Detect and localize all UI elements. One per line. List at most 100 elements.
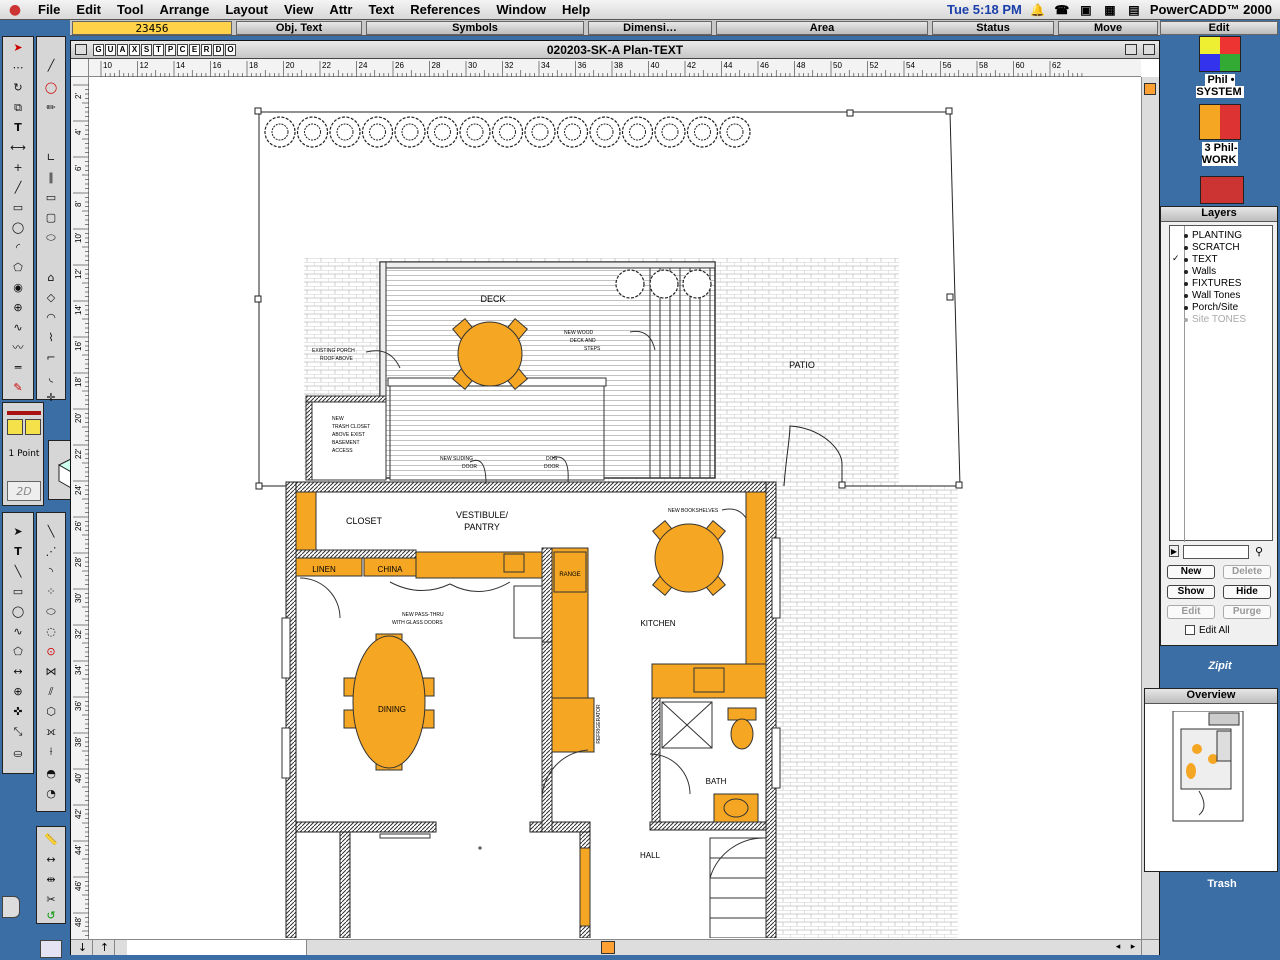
draw-curve-icon[interactable]: ∿ — [9, 623, 27, 641]
polyline-icon[interactable]: ⌇ — [42, 329, 60, 347]
overview-thumbnail[interactable] — [1169, 711, 1269, 831]
eye-icon[interactable]: ◉ — [9, 279, 27, 297]
pencil-icon[interactable]: ✏ — [42, 99, 60, 117]
resize-icon[interactable]: ⇹ — [42, 871, 60, 889]
layer-item[interactable]: Porch/Site — [1192, 302, 1238, 313]
menu-tool[interactable]: Tool — [109, 2, 151, 17]
view-mode-2d[interactable]: 2D — [7, 481, 41, 501]
rotate-icon[interactable]: ↻ — [9, 79, 27, 97]
menubar-clock[interactable]: Tue 5:18 PM — [947, 2, 1022, 17]
layer-edit-button[interactable]: Edit — [1167, 605, 1215, 619]
extra-mirror-icon[interactable]: ⋈ — [42, 663, 60, 681]
extra-target-icon[interactable]: ⊙ — [42, 643, 60, 661]
marquee-icon[interactable]: ⋯ — [9, 59, 27, 77]
draw-line-icon[interactable]: ╲ — [9, 563, 27, 581]
document-title-bar[interactable]: G U A X S T P C E R D O 020203-SK-A Plan… — [71, 41, 1159, 59]
bezier-icon[interactable]: ◠ — [42, 309, 60, 327]
layer-hide-button[interactable]: Hide — [1223, 585, 1271, 599]
menu-file[interactable]: File — [30, 2, 68, 17]
text-tool-icon[interactable]: T — [9, 119, 27, 137]
layer-show-button[interactable]: Show — [1167, 585, 1215, 599]
menu-help[interactable]: Help — [554, 2, 598, 17]
circle-red-icon[interactable]: ◯ — [42, 79, 60, 97]
line-weight-label[interactable]: 1 Point — [5, 449, 43, 459]
layer-name-field[interactable] — [1183, 545, 1249, 559]
rounded-rect-icon[interactable]: ▢ — [42, 209, 60, 227]
ruler-top[interactable]: 10 12 14 16 18 20 22 24 26 28 30 32 34 36 38 40 42 44 46 48… — [89, 59, 1141, 77]
edit-all-checkbox[interactable] — [1185, 625, 1195, 635]
layer-item[interactable]: PLANTING — [1192, 230, 1242, 241]
snap-icon[interactable]: ⊕ — [9, 299, 27, 317]
menu-window[interactable]: Window — [488, 2, 554, 17]
extra-ellipse-icon[interactable]: ⬭ — [42, 603, 60, 621]
layer-purge-button[interactable]: Purge — [1223, 605, 1271, 619]
ruler-icon[interactable]: 📏 — [42, 831, 60, 849]
layer-visibility-icon[interactable] — [1184, 270, 1188, 274]
layer-visibility-icon[interactable] — [1184, 234, 1188, 238]
layout-tab[interactable]: U — [105, 44, 116, 56]
coordinate-readout[interactable]: 23456 — [72, 21, 232, 35]
extra-protractor-icon[interactable]: ◓ — [42, 765, 60, 783]
extra-circle-icon[interactable]: ◌ — [42, 623, 60, 641]
extra-trim-icon[interactable]: ⟊ — [42, 743, 60, 761]
circle-tool-icon[interactable]: ◯ — [9, 219, 27, 237]
layout-tab[interactable]: P — [165, 44, 176, 56]
menu-layout[interactable]: Layout — [217, 2, 276, 17]
angle-icon[interactable]: ∟ — [42, 149, 60, 167]
layer-check-icon[interactable]: ✓ — [1172, 254, 1180, 265]
menu-attr[interactable]: Attr — [321, 2, 360, 17]
vertex-icon[interactable]: ✜ — [9, 703, 27, 721]
undo-icon[interactable]: ↺ — [42, 907, 60, 925]
zipit-icon-label[interactable]: Zipit — [1200, 660, 1240, 672]
arrow-select-icon[interactable]: ➤ — [9, 523, 27, 541]
resize-grip-icon[interactable] — [1141, 939, 1159, 955]
site-handle[interactable] — [846, 109, 854, 117]
extra-offset-icon[interactable]: ⫽ — [42, 683, 60, 701]
freehand-icon[interactable]: 〰 — [9, 339, 27, 357]
layer-item[interactable]: FIXTURES — [1192, 278, 1241, 289]
site-handle[interactable] — [945, 107, 953, 115]
layer-item[interactable]: Walls — [1192, 266, 1216, 277]
extra-arc-icon[interactable]: ◝ — [42, 563, 60, 581]
layout-tab[interactable]: A — [117, 44, 128, 56]
rect-icon[interactable]: ▭ — [42, 189, 60, 207]
palette-move[interactable]: Move — [1058, 21, 1158, 35]
layout-tab[interactable]: T — [153, 44, 164, 56]
extra-line-icon[interactable]: ╲ — [42, 523, 60, 541]
paint-bucket-icon[interactable]: ⛀ — [9, 745, 27, 763]
layer-visibility-icon[interactable] — [1184, 306, 1188, 310]
page-field[interactable] — [127, 940, 307, 955]
layer-visibility-icon[interactable] — [1184, 318, 1188, 322]
pen-pattern-bar[interactable] — [7, 411, 41, 415]
palette-symbols[interactable]: Symbols — [366, 21, 584, 35]
ellipse-icon[interactable]: ⬭ — [42, 229, 60, 247]
site-handle[interactable] — [254, 107, 262, 115]
pen-color-swatch[interactable] — [25, 419, 41, 435]
palette-edit[interactable]: Edit — [1160, 21, 1278, 35]
palette-dimensions[interactable]: Dimensi… — [588, 21, 712, 35]
layer-visibility-icon[interactable] — [1184, 246, 1188, 250]
menu-arrange[interactable]: Arrange — [151, 2, 217, 17]
draw-dimension-icon[interactable]: ↔ — [9, 663, 27, 681]
layer-visibility-icon[interactable] — [1184, 282, 1188, 286]
layout-tab[interactable]: O — [225, 44, 236, 56]
layout-tab[interactable]: R — [201, 44, 212, 56]
symbol-icon[interactable]: ⌂ — [42, 269, 60, 287]
extra-dots-icon[interactable]: ⁘ — [42, 583, 60, 601]
menu-view[interactable]: View — [276, 2, 321, 17]
rectangle-tool-icon[interactable]: ▭ — [9, 199, 27, 217]
close-box-icon[interactable] — [75, 44, 87, 55]
book-icon[interactable] — [1200, 176, 1244, 204]
extra-join-icon[interactable]: ⟗ — [42, 723, 60, 741]
menu-edit[interactable]: Edit — [68, 2, 109, 17]
crosshair-icon[interactable]: ✛ — [42, 389, 60, 407]
bell-icon[interactable]: 🔔 — [1030, 2, 1046, 18]
layout-tab[interactable]: G — [93, 44, 104, 56]
line-tool-icon[interactable]: ╱ — [9, 179, 27, 197]
layout-tab[interactable]: D — [213, 44, 224, 56]
dimension-icon[interactable]: ⟷ — [9, 139, 27, 157]
fillet-icon[interactable]: ◟ — [42, 369, 60, 387]
shape-icon[interactable]: ◇ — [42, 289, 60, 307]
page-down-arrow-icon[interactable]: ↓ — [73, 940, 93, 955]
horizontal-scroll-track[interactable] — [307, 941, 1113, 954]
